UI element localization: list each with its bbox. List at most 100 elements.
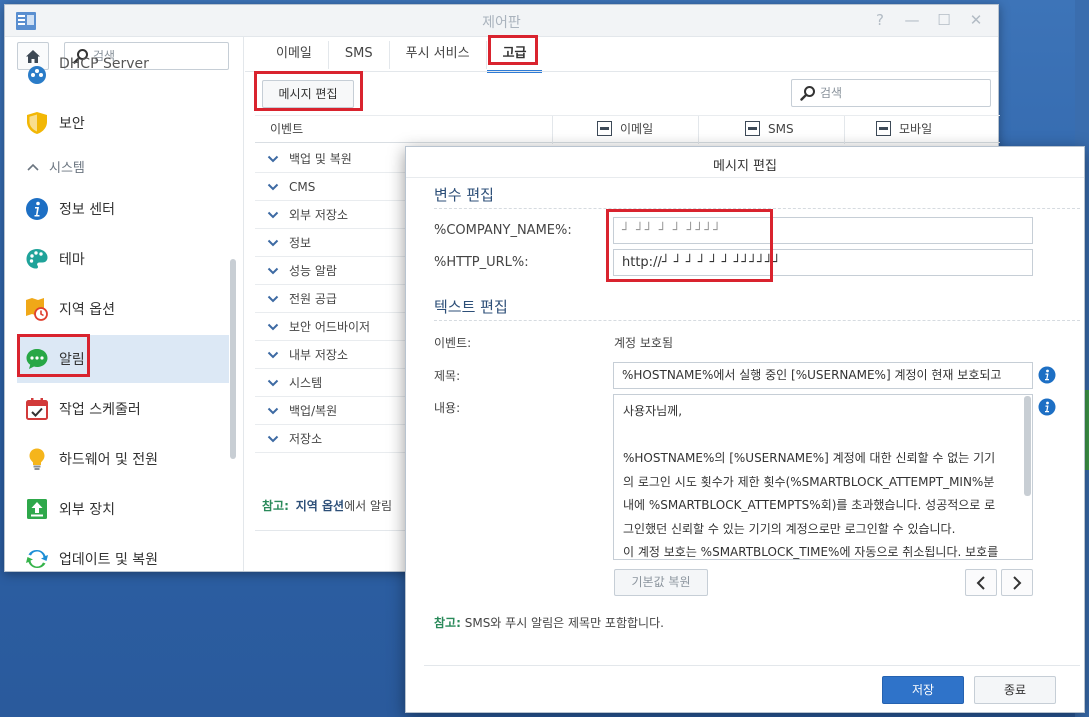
- reset-default-button[interactable]: 기본값 복원: [614, 569, 708, 596]
- section-divider: [434, 208, 1080, 209]
- content-line: 그인했던 신뢰할 수 있는 기기의 계정으로만 로그인할 수 있습니다.: [623, 521, 956, 536]
- column-sms[interactable]: SMS: [745, 116, 845, 144]
- tab-label: 고급: [502, 46, 527, 61]
- chevron-down-icon: [267, 183, 279, 190]
- column-email[interactable]: 이메일: [597, 116, 699, 144]
- sidebar-item-notification[interactable]: 알림: [17, 335, 229, 383]
- category-label: 백업 및 복원: [289, 152, 352, 166]
- content-label: 내용:: [434, 401, 461, 415]
- sidebar-item-security[interactable]: 보안: [17, 99, 229, 147]
- content-line: 의 로그인 시도 횟수가 제한 횟수(%SMARTBLOCK_ATTEMPT_M…: [623, 474, 995, 489]
- column-mobile[interactable]: 모바일: [876, 116, 981, 144]
- sidebar-item-dhcp[interactable]: DHCP Server: [17, 53, 229, 89]
- category-row[interactable]: 외부 저장소: [255, 201, 407, 229]
- chevron-up-icon: [27, 163, 39, 171]
- sidebar-section-system[interactable]: 시스템: [27, 157, 85, 176]
- dialog-header-divider: [406, 177, 1084, 178]
- search-icon: [800, 86, 815, 101]
- sms-select-all-checkbox[interactable]: [745, 121, 760, 136]
- sidebar-scrollbar[interactable]: [230, 259, 236, 459]
- tab-divider: [245, 71, 998, 72]
- sidebar-item-regional-options[interactable]: 지역 옵션: [17, 285, 229, 333]
- tab-push-service[interactable]: 푸시 서비스: [390, 41, 487, 69]
- chevron-right-icon: [1013, 575, 1022, 590]
- category-label: 성능 알람: [289, 264, 337, 278]
- column-event[interactable]: 이벤트: [270, 116, 553, 144]
- chevron-down-icon: [267, 295, 279, 302]
- category-row[interactable]: 백업 및 복원: [255, 145, 407, 173]
- mobile-select-all-checkbox[interactable]: [876, 121, 891, 136]
- help-icon[interactable]: ?: [872, 11, 888, 29]
- note-prefix: 참고:: [262, 499, 289, 513]
- chevron-down-icon: [267, 211, 279, 218]
- note-text: SMS와 푸시 알림은 제목만 포함합니다.: [464, 616, 664, 630]
- chevron-left-icon: [976, 575, 985, 590]
- category-row[interactable]: 저장소: [255, 425, 407, 453]
- chevron-down-icon: [267, 267, 279, 274]
- close-icon[interactable]: ✕: [968, 11, 984, 29]
- text-section-title: 텍스트 편집: [434, 298, 508, 316]
- sidebar-item-label: 테마: [59, 252, 85, 268]
- previous-button[interactable]: [965, 569, 997, 596]
- dialog-footer-divider: [424, 665, 1080, 666]
- category-row[interactable]: 보안 어드바이저: [255, 313, 407, 341]
- category-label: 정보: [289, 236, 312, 250]
- company-name-input[interactable]: ┘ ┘┘ ┘ ┘ ┘┘┘┘: [613, 217, 1033, 244]
- sidebar-item-external-device[interactable]: 외부 장치: [17, 485, 229, 533]
- content-line: 이 계정 보호는 %SMARTBLOCK_TIME%에 자동으로 취소됩니다. …: [623, 545, 999, 559]
- category-label: 내부 저장소: [289, 348, 349, 362]
- sidebar-item-label: DHCP Server: [59, 56, 149, 72]
- email-select-all-checkbox[interactable]: [597, 121, 612, 136]
- info-icon[interactable]: [1038, 398, 1056, 416]
- category-row[interactable]: 전원 공급: [255, 285, 407, 313]
- main-search-input[interactable]: [820, 84, 980, 102]
- section-divider: [434, 320, 1080, 321]
- next-button[interactable]: [1001, 569, 1033, 596]
- category-row[interactable]: 백업/복원: [255, 397, 407, 425]
- window-title: 제어판: [482, 15, 521, 31]
- tab-sms[interactable]: SMS: [329, 41, 390, 69]
- dhcp-server-icon: [28, 66, 46, 84]
- content-textarea[interactable]: 사용자님께, %HOSTNAME%의 [%USERNAME%] 계정에 대한 신뢰…: [613, 394, 1033, 560]
- sidebar-item-label: 하드웨어 및 전원: [59, 452, 159, 468]
- sidebar-item-label: 정보 센터: [59, 202, 115, 218]
- window-titlebar[interactable]: 제어판 ? — ☐ ✕: [5, 5, 998, 37]
- sidebar-item-hardware-power[interactable]: 하드웨어 및 전원: [17, 435, 229, 483]
- shield-icon: [27, 112, 47, 134]
- category-row[interactable]: 정보: [255, 229, 407, 257]
- http-url-input[interactable]: http://┘ ┘ ┘ ┘ ┘ ┘ ┘┘┘┘┘┘: [613, 249, 1033, 276]
- category-label: 백업/복원: [289, 404, 338, 418]
- category-label: 전원 공급: [289, 292, 337, 306]
- palette-icon: [26, 249, 48, 269]
- category-row[interactable]: 내부 저장소: [255, 341, 407, 369]
- subject-input[interactable]: %HOSTNAME%에서 실행 중인 [%USERNAME%] 계정이 현재 보…: [613, 362, 1033, 389]
- category-row[interactable]: 시스템: [255, 369, 407, 397]
- sidebar-item-theme[interactable]: 테마: [17, 235, 229, 283]
- sidebar-item-task-scheduler[interactable]: 작업 스케줄러: [17, 385, 229, 433]
- minimize-icon[interactable]: —: [904, 11, 920, 29]
- category-row[interactable]: CMS: [255, 173, 407, 201]
- section-label: 시스템: [49, 161, 85, 176]
- variable-section-title: 변수 편집: [434, 186, 494, 204]
- sidebar-item-info-center[interactable]: 정보 센터: [17, 185, 229, 233]
- textarea-scrollbar[interactable]: [1024, 396, 1031, 496]
- update-restore-icon: [26, 549, 48, 569]
- info-center-icon: [26, 198, 48, 220]
- chevron-down-icon: [267, 239, 279, 246]
- main-search[interactable]: [791, 79, 991, 107]
- tab-email[interactable]: 이메일: [260, 41, 329, 69]
- sidebar-item-update-restore[interactable]: 업데이트 및 복원: [17, 535, 229, 571]
- category-row[interactable]: 성능 알람: [255, 257, 407, 285]
- save-button[interactable]: 저장: [882, 676, 964, 704]
- close-button[interactable]: 종료: [974, 676, 1056, 704]
- tab-advanced[interactable]: 고급: [486, 41, 543, 73]
- tab-bar: 이메일 SMS 푸시 서비스 고급: [260, 41, 543, 73]
- note-link-regional-options[interactable]: 지역 옵션: [296, 499, 344, 513]
- window-controls: ? — ☐ ✕: [872, 11, 984, 29]
- chevron-down-icon: [267, 407, 279, 414]
- info-icon[interactable]: [1038, 366, 1056, 384]
- sidebar-item-label: 보안: [59, 116, 85, 132]
- edit-message-button[interactable]: 메시지 편집: [262, 80, 354, 108]
- maximize-icon[interactable]: ☐: [936, 11, 952, 29]
- category-label: 저장소: [289, 432, 323, 446]
